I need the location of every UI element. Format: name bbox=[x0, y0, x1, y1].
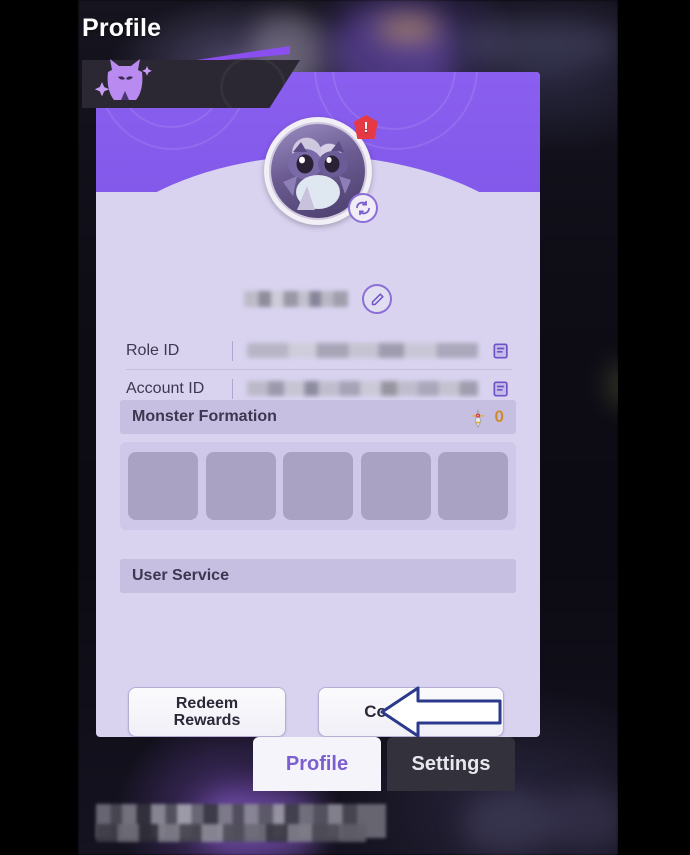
redeem-rewards-button[interactable]: Redeem Rewards bbox=[128, 687, 286, 737]
tab-profile-label: Profile bbox=[285, 752, 349, 775]
formation-slot[interactable] bbox=[128, 452, 198, 520]
power-readout: 0 bbox=[467, 405, 504, 429]
avatar[interactable]: ! bbox=[264, 115, 378, 225]
screenshot-root: ! Role ID Account ID Monster Formation 0… bbox=[0, 0, 690, 855]
formation-slot[interactable] bbox=[360, 452, 431, 520]
divider bbox=[232, 340, 233, 361]
identity-block: Role ID Account ID bbox=[126, 332, 512, 408]
role-id-masked-value bbox=[247, 343, 478, 358]
refresh-swap-icon[interactable] bbox=[348, 193, 378, 223]
background-blur-blob bbox=[548, 790, 628, 850]
profile-panel: ! Role ID Account ID Monster Formation 0… bbox=[96, 72, 540, 737]
monster-formation-header: Monster Formation 0 bbox=[120, 400, 516, 434]
identity-label: Role ID bbox=[126, 341, 180, 359]
monster-formation-slots bbox=[120, 442, 516, 530]
copy-icon[interactable] bbox=[490, 378, 512, 400]
background-blur-blob bbox=[463, 795, 553, 855]
background-blur-blob bbox=[378, 18, 438, 40]
letterbox-bar-left bbox=[0, 0, 78, 855]
bottom-tabbar: Profile Settings bbox=[253, 737, 515, 791]
power-value: 0 bbox=[494, 407, 504, 426]
identity-row-role-id: Role ID bbox=[126, 332, 512, 370]
cat-icon bbox=[94, 59, 152, 100]
annotation-arrow-icon bbox=[380, 686, 502, 737]
copy-icon[interactable] bbox=[490, 340, 512, 362]
pencil-icon[interactable] bbox=[362, 284, 392, 314]
letterbox-bar-right bbox=[618, 0, 690, 855]
user-service-header: User Service bbox=[120, 559, 516, 593]
background-blur-blob bbox=[458, 22, 618, 64]
redeem-rewards-label-line1: Redeem bbox=[175, 694, 239, 712]
formation-slot[interactable] bbox=[438, 452, 508, 520]
formation-slot[interactable] bbox=[283, 452, 353, 520]
divider bbox=[232, 378, 233, 399]
redacted-strip bbox=[96, 824, 366, 842]
formation-slot[interactable] bbox=[205, 452, 276, 520]
section-title: Monster Formation bbox=[132, 408, 277, 425]
page-title: Profile bbox=[82, 14, 162, 42]
tab-profile[interactable]: Profile bbox=[253, 737, 381, 791]
section-title: User Service bbox=[132, 567, 229, 584]
tab-settings[interactable]: Settings bbox=[387, 737, 515, 791]
username-masked-value bbox=[244, 291, 348, 307]
redeem-rewards-label-line2: Rewards bbox=[173, 712, 241, 729]
username-row bbox=[96, 284, 540, 314]
account-id-masked-value bbox=[247, 381, 478, 396]
tab-settings-label: Settings bbox=[411, 752, 491, 775]
identity-label: Account ID bbox=[126, 379, 205, 397]
sword-icon bbox=[471, 409, 484, 429]
